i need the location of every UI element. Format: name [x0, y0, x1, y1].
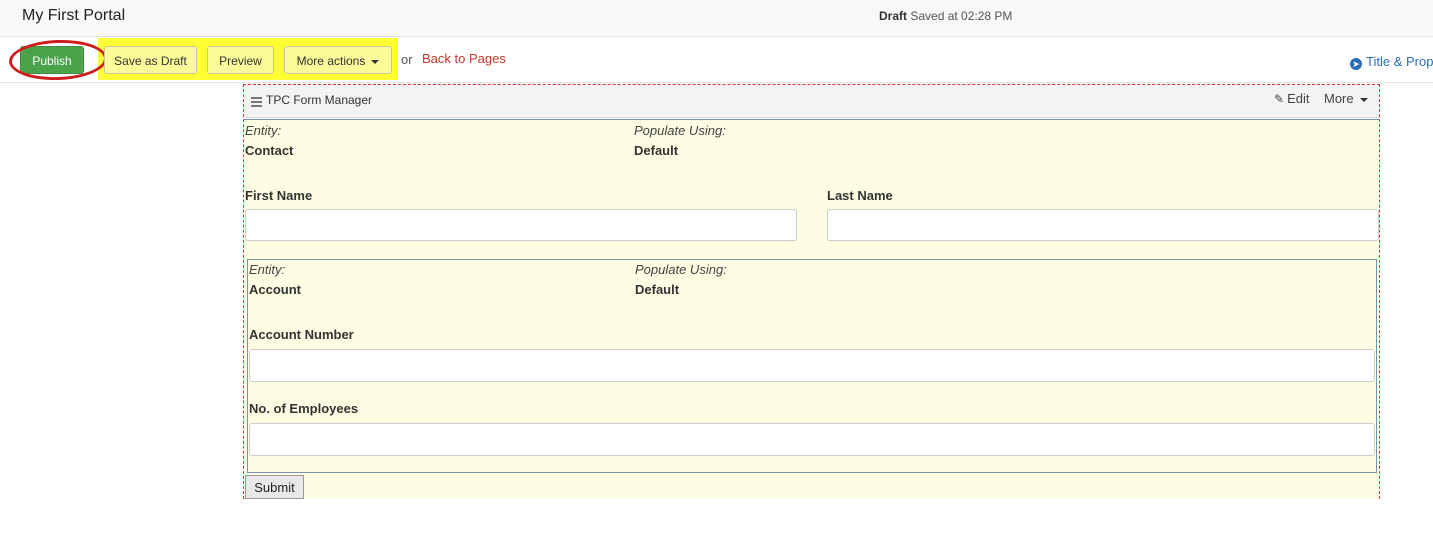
- submit-button[interactable]: Submit: [245, 475, 304, 499]
- sub-populate-using-value: Default: [635, 282, 680, 297]
- title-properties-label: Title & Prop: [1366, 54, 1433, 69]
- last-name-label: Last Name: [827, 188, 893, 203]
- edit-button[interactable]: ✎ Edit: [1274, 91, 1309, 106]
- pencil-icon: ✎: [1274, 92, 1285, 106]
- saved-time-text: Saved at 02:28 PM: [910, 9, 1013, 23]
- circle-arrow-right-icon: ➤: [1350, 58, 1362, 70]
- sub-populate-using-label: Populate Using:: [635, 262, 727, 277]
- sub-entity-label: Entity:: [249, 262, 286, 277]
- caret-down-icon: [1359, 97, 1368, 102]
- last-name-input[interactable]: [827, 209, 1379, 241]
- form-area: Entity: Contact Populate Using: Default …: [244, 119, 1379, 499]
- more-actions-label: More actions: [296, 54, 366, 68]
- more-actions-button[interactable]: More actions: [284, 46, 392, 74]
- red-circle-annotation: [8, 38, 108, 82]
- account-number-label: Account Number: [249, 327, 354, 342]
- preview-button[interactable]: Preview: [207, 46, 274, 74]
- entity-label: Entity:: [245, 123, 282, 138]
- populate-using-label: Populate Using:: [634, 123, 726, 138]
- caret-down-icon: [371, 59, 380, 64]
- save-as-draft-button[interactable]: Save as Draft: [104, 46, 197, 74]
- title-properties-link[interactable]: ➤ Title & Prop: [1350, 54, 1433, 70]
- populate-using-value: Default: [634, 143, 679, 158]
- action-toolbar: Publish Save as Draft Preview More actio…: [0, 38, 1433, 83]
- account-number-input[interactable]: [249, 349, 1375, 382]
- form-widget: TPC Form Manager ✎ Edit More Entity: Cont…: [243, 84, 1380, 499]
- first-name-label: First Name: [245, 188, 313, 203]
- account-sub-form: Entity: Account Populate Using: Default …: [247, 259, 1377, 473]
- sub-entity-value: Account: [249, 282, 301, 297]
- employees-label: No. of Employees: [249, 401, 359, 416]
- hamburger-icon[interactable]: [251, 97, 262, 109]
- first-name-input[interactable]: [245, 209, 797, 241]
- back-to-pages-link[interactable]: Back to Pages: [422, 51, 506, 66]
- widget-header: TPC Form Manager ✎ Edit More: [244, 85, 1379, 118]
- entity-value: Contact: [245, 143, 294, 158]
- more-label: More: [1324, 91, 1354, 106]
- top-bar: My First Portal Draft Saved at 02:28 PM: [0, 0, 1433, 37]
- edit-label: Edit: [1287, 91, 1310, 106]
- more-button[interactable]: More: [1324, 91, 1368, 106]
- draft-status-label: Draft: [879, 9, 908, 23]
- save-status: Draft Saved at 02:28 PM: [879, 9, 1012, 23]
- portal-title: My First Portal: [22, 7, 126, 24]
- or-text: or: [401, 52, 413, 67]
- employees-input[interactable]: [249, 423, 1375, 456]
- widget-title: TPC Form Manager: [266, 93, 373, 107]
